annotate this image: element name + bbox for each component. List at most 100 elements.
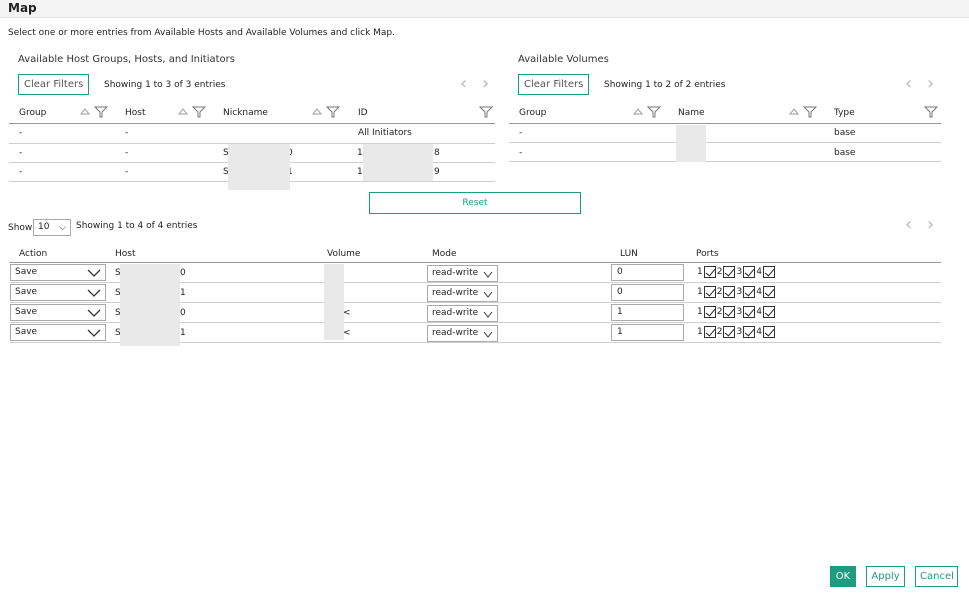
port-4-checkbox[interactable] xyxy=(762,306,775,318)
hosts-id-filter-icon[interactable] xyxy=(479,106,493,118)
lun-value: 0 xyxy=(617,287,623,297)
hosts-col-nickname[interactable]: Nickname xyxy=(223,108,268,118)
cancel-button[interactable]: Cancel xyxy=(915,566,958,587)
page-size-select[interactable]: 10 ⌵ xyxy=(33,219,71,236)
volumes-name-sort-filter[interactable] xyxy=(789,106,819,118)
action-value: Save xyxy=(15,287,38,297)
row-divider xyxy=(509,142,941,143)
port-1-checkbox[interactable] xyxy=(703,306,716,318)
redacted-area xyxy=(120,264,180,346)
apply-button[interactable]: Apply xyxy=(866,566,905,587)
port-label: 4 xyxy=(756,287,762,297)
mapping-pagination: ‹ › xyxy=(905,216,945,234)
port-2-checkbox[interactable] xyxy=(723,286,736,298)
mapping-col-action: Action xyxy=(19,249,48,259)
action-select[interactable]: Save xyxy=(10,324,106,341)
volumes-col-group[interactable]: Group xyxy=(519,108,546,118)
hosts-prev-page-icon[interactable]: ‹ xyxy=(460,75,467,93)
dialog-title: Map xyxy=(8,1,37,15)
port-2-checkbox[interactable] xyxy=(723,306,736,318)
ok-button[interactable]: OK xyxy=(830,566,856,587)
volumes-next-page-icon[interactable]: › xyxy=(927,75,934,93)
action-select[interactable]: Save xyxy=(10,264,106,281)
chevron-down-icon xyxy=(87,309,101,317)
sort-icon xyxy=(633,108,644,115)
ports-checkboxes: 1 2 3 4 xyxy=(697,286,776,298)
volume-group-cell: - xyxy=(519,128,523,138)
mode-select[interactable]: read-write xyxy=(427,285,498,302)
reset-button[interactable]: Reset xyxy=(369,192,581,214)
hosts-panel-title: Available Host Groups, Hosts, and Initia… xyxy=(18,54,235,65)
sort-icon xyxy=(178,108,189,115)
row-divider xyxy=(509,161,941,162)
hosts-col-host[interactable]: Host xyxy=(125,108,146,118)
action-value: Save xyxy=(15,307,38,317)
ports-checkboxes: 1 2 3 4 xyxy=(697,306,776,318)
volumes-col-name[interactable]: Name xyxy=(678,108,705,118)
port-1-checkbox[interactable] xyxy=(703,286,716,298)
hosts-clear-filters-button[interactable]: Clear Filters xyxy=(18,74,90,95)
port-4-checkbox[interactable] xyxy=(762,286,775,298)
port-label: 3 xyxy=(736,267,743,277)
volumes-pagination: ‹ › xyxy=(905,75,945,93)
mapping-next-page-icon[interactable]: › xyxy=(927,216,934,234)
redacted-area xyxy=(228,144,290,190)
chevron-down-icon xyxy=(483,311,493,318)
port-4-checkbox[interactable] xyxy=(762,266,775,278)
port-3-checkbox[interactable] xyxy=(743,326,756,338)
hosts-col-id[interactable]: ID xyxy=(358,108,368,118)
filter-icon xyxy=(93,106,109,118)
port-4-checkbox[interactable] xyxy=(762,326,775,338)
host-cell: - xyxy=(125,167,129,177)
port-label: 3 xyxy=(736,287,743,297)
lun-input[interactable]: 1 xyxy=(611,304,684,321)
ports-checkboxes: 1 2 3 4 xyxy=(697,326,776,338)
host-cell: - xyxy=(125,128,129,138)
hosts-nickname-sort-filter[interactable] xyxy=(312,106,342,118)
lun-input[interactable]: 1 xyxy=(611,324,684,341)
lun-input[interactable]: 0 xyxy=(611,284,684,301)
mapping-header-divider xyxy=(9,262,941,263)
port-2-checkbox[interactable] xyxy=(723,266,736,278)
port-1-checkbox[interactable] xyxy=(703,266,716,278)
port-3-checkbox[interactable] xyxy=(743,306,756,318)
sort-icon xyxy=(312,108,323,115)
mapping-host-suffix: 1 xyxy=(180,288,186,298)
mode-select[interactable]: read-write xyxy=(427,305,498,322)
mapping-volume-cell: < xyxy=(343,308,351,318)
mapping-col-mode: Mode xyxy=(432,249,457,259)
action-select[interactable]: Save xyxy=(10,304,106,321)
action-select[interactable]: Save xyxy=(10,284,106,301)
chevron-down-icon xyxy=(87,329,101,337)
volume-group-cell: - xyxy=(519,148,523,158)
hosts-showing-text: Showing 1 to 3 of 3 entries xyxy=(104,80,226,90)
sort-icon xyxy=(789,108,800,115)
port-label: 4 xyxy=(756,307,762,317)
lun-input[interactable]: 0 xyxy=(611,264,684,281)
mapping-prev-page-icon[interactable]: ‹ xyxy=(905,216,912,234)
port-2-checkbox[interactable] xyxy=(723,326,736,338)
port-1-checkbox[interactable] xyxy=(703,326,716,338)
volumes-group-sort-filter[interactable] xyxy=(633,106,663,118)
mode-value: read-write xyxy=(432,288,479,298)
mode-value: read-write xyxy=(432,328,479,338)
hosts-group-sort-filter[interactable] xyxy=(80,106,110,118)
port-label: 3 xyxy=(736,327,743,337)
action-value: Save xyxy=(15,267,38,277)
mode-select[interactable]: read-write xyxy=(427,325,498,342)
initiator-id-cell: All Initiators xyxy=(358,128,412,138)
volumes-clear-filters-button[interactable]: Clear Filters xyxy=(518,74,590,95)
port-3-checkbox[interactable] xyxy=(743,286,756,298)
mode-select[interactable]: read-write xyxy=(427,265,498,282)
action-value: Save xyxy=(15,327,38,337)
hosts-col-group[interactable]: Group xyxy=(19,108,46,118)
volumes-col-type[interactable]: Type xyxy=(834,108,855,118)
port-3-checkbox[interactable] xyxy=(743,266,756,278)
hosts-next-page-icon[interactable]: › xyxy=(482,75,489,93)
volumes-type-filter-icon[interactable] xyxy=(924,106,938,118)
volumes-showing-text: Showing 1 to 2 of 2 entries xyxy=(604,80,726,90)
chevron-down-icon xyxy=(483,271,493,278)
volumes-prev-page-icon[interactable]: ‹ xyxy=(905,75,912,93)
host-group-cell: - xyxy=(19,148,23,158)
hosts-host-sort-filter[interactable] xyxy=(178,106,208,118)
